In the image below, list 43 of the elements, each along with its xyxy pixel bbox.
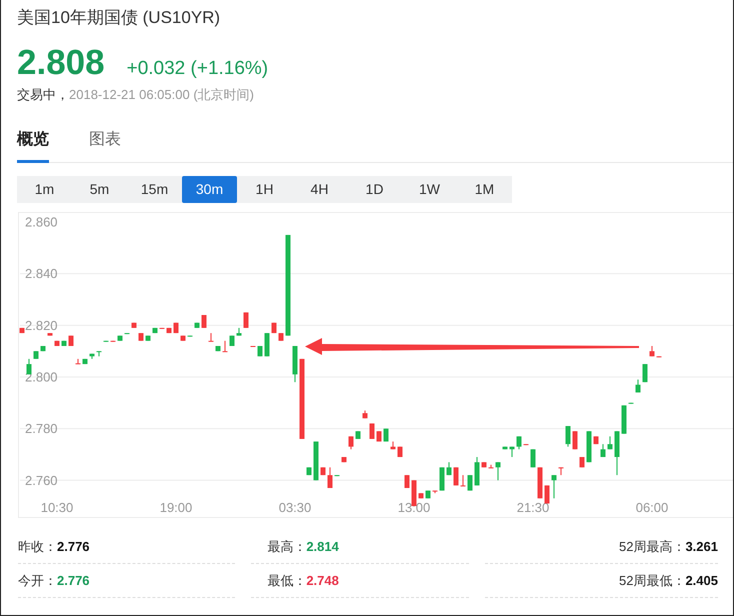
period-button[interactable]: 1D [347,176,402,203]
x-axis-label: 10:30 [40,500,74,515]
period-button[interactable]: 1W [402,176,457,203]
x-axis-label: 06:00 [636,500,668,515]
x-axis-label: 19:00 [160,500,192,515]
period-button[interactable]: 5m [72,176,127,203]
timestamp: 2018-12-21 06:05:00 (北京时间) [69,86,254,104]
y-axis-label: 2.860 [25,214,58,230]
period-button[interactable]: 30m [182,176,237,203]
stat-value: 2.776 [57,572,90,590]
stat-label: 最低： [267,572,306,590]
period-button[interactable]: 1M [457,176,512,203]
trading-status: 交易中， [17,86,69,104]
page-title: 美国10年期国债 (US10YR) [17,7,220,29]
period-button[interactable]: 1m [17,176,72,203]
stat-value: 2.776 [57,538,90,556]
candlestick [460,475,466,486]
x-axis-label: 03:30 [278,500,312,515]
price-change: +0.032 (+1.16%) [126,57,268,81]
tab[interactable]: 图表 [89,126,121,163]
y-axis-label: 2.760 [25,472,58,488]
stat-value: 2.748 [306,572,339,590]
period-button[interactable]: 4H [292,176,347,203]
stat-label: 昨收： [18,538,57,556]
x-axis-label: 13:00 [398,500,430,515]
stat-value: 2.405 [685,572,718,590]
stat-label: 52周最低： [618,572,686,590]
period-button[interactable]: 15m [127,176,182,203]
y-axis-label: 2.820 [25,318,58,333]
stat-value: 3.261 [685,538,718,556]
y-axis-label: 2.800 [25,369,58,384]
y-axis-label: 2.840 [25,266,58,282]
stat-label: 今开： [18,572,57,590]
y-axis-label: 2.780 [25,421,58,436]
period-button[interactable]: 1H [237,176,292,203]
candlestick [208,333,214,342]
stat-label: 52周最高： [618,538,686,556]
tab[interactable]: 概览 [17,126,49,163]
stat-label: 最高： [267,538,306,556]
price-value: 2.808 [17,43,105,83]
x-axis-label: 21:30 [516,500,550,515]
stat-value: 2.814 [306,538,339,556]
candlestick [222,340,228,352]
